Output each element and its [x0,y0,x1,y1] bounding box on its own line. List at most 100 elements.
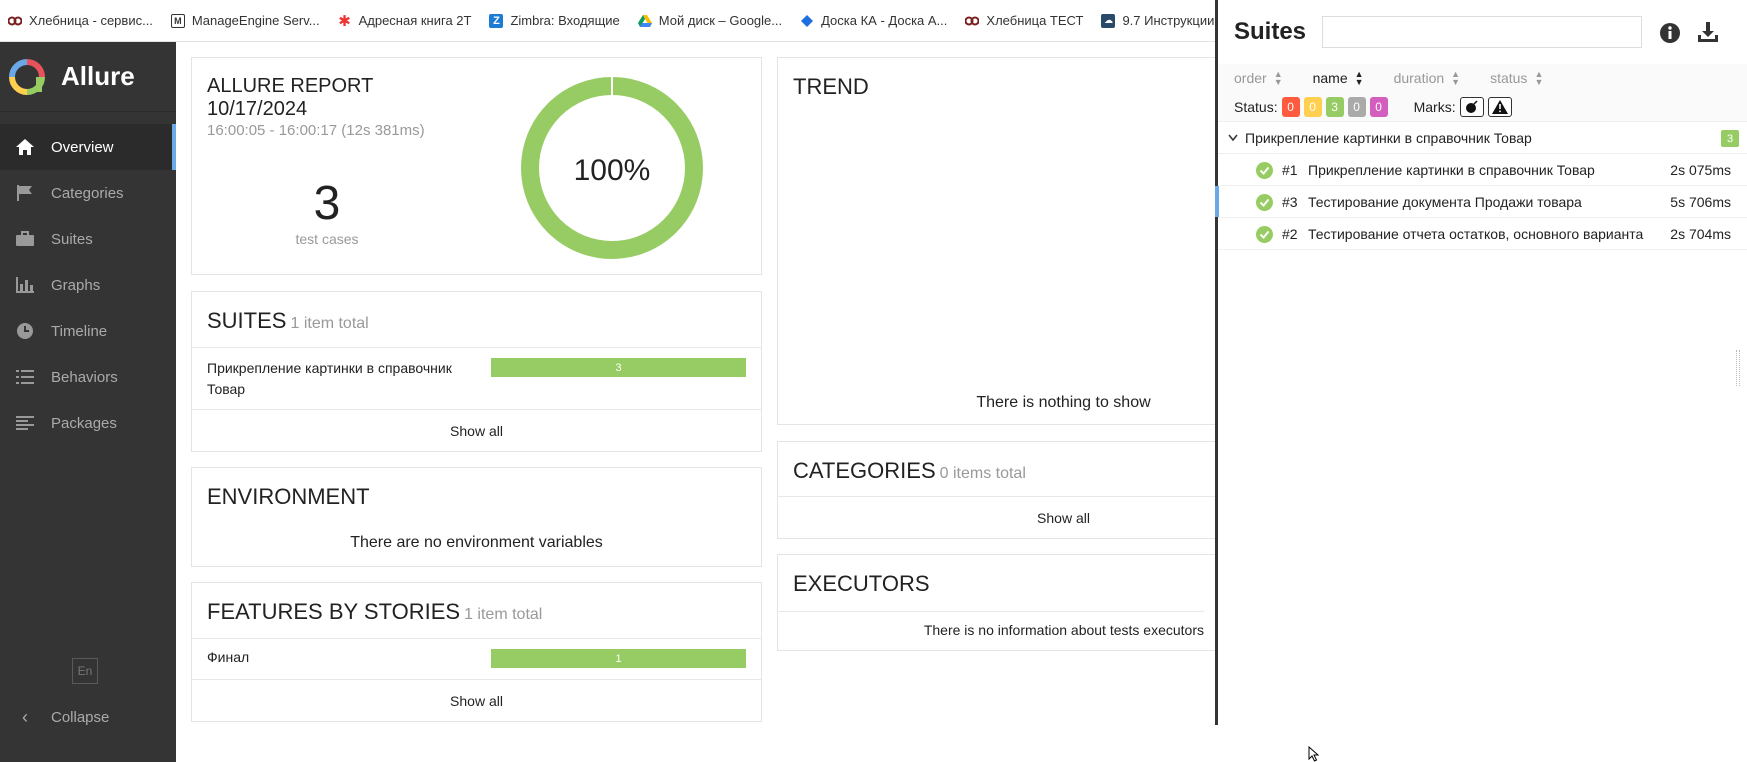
status-filter-unknown[interactable]: 0 [1369,96,1388,117]
sort-label: name [1312,70,1348,86]
sidebar-item-behaviors[interactable]: Behaviors [0,354,176,400]
test-case-row[interactable]: #3 Тестирование документа Продажи товара… [1215,186,1747,218]
report-time-range: 16:00:05 - 16:00:17 (12s 381ms) [207,122,425,139]
collapse-button[interactable]: ‹ Collapse [14,707,109,728]
flag-icon [14,183,36,203]
status-filter-passed[interactable]: 3 [1325,96,1344,117]
categories-widget-subtitle: 0 items total [939,465,1026,482]
sort-by-duration[interactable]: duration ▲ ▼ [1393,69,1461,87]
sidebar-item-label: Packages [51,414,117,432]
sort-arrows-icon: ▲ ▼ [1451,69,1461,87]
search-input[interactable] [1322,16,1643,48]
sidebar-item-overview[interactable]: Overview [0,124,176,170]
bookmark-item[interactable]: Мой диск – Google... [637,13,782,28]
status-filter-row: Status: 0 0 3 0 0 Marks: [1218,92,1747,122]
test-case-duration: 5s 706ms [1670,194,1731,210]
categories-widget: CATEGORIES 0 items total Show all [777,441,1349,539]
executors-widget-title: EXECUTORS [793,571,930,596]
clock-icon [14,321,36,341]
categories-widget-title: CATEGORIES [793,458,936,483]
features-show-all-button[interactable]: Show all [192,679,761,721]
feature-row-bar: 1 [491,649,746,668]
bookmark-item[interactable]: Хлебница - сервис... [8,13,153,28]
status-filter-broken[interactable]: 0 [1303,96,1322,117]
features-widget: FEATURES BY STORIES 1 item total Финал 1 … [191,582,762,722]
sidebar-item-label: Graphs [51,276,101,294]
pass-rate-percent: 100% [573,154,651,187]
test-case-row[interactable]: #2 Тестирование отчета остатков, основно… [1218,218,1747,250]
bookmark-item[interactable]: M ManageEngine Serv... [170,13,320,28]
cloud-icon: ☁ [1101,13,1116,28]
executors-widget: EXECUTORS There is no information about … [777,554,1227,651]
pretzel-icon [8,14,22,28]
home-icon [14,137,36,157]
sort-by-order[interactable]: order ▲ ▼ [1234,69,1283,87]
google-drive-icon [637,14,652,28]
bookmark-label: ManageEngine Serv... [191,13,320,28]
bookmark-label: Доска КА - Доска А... [821,13,948,28]
suite-row-bar: 3 [491,358,746,377]
suite-group-row[interactable]: Прикрепление картинки в справочник Товар… [1218,122,1747,154]
info-icon[interactable] [1659,22,1681,44]
sort-by-name[interactable]: name ▲ ▼ [1312,69,1364,87]
status-filter-failed[interactable]: 0 [1281,96,1300,117]
feature-row[interactable]: Финал 1 [192,638,761,680]
summary-widget: ALLURE REPORT 10/17/2024 16:00:05 - 16:0… [191,57,762,275]
test-case-row[interactable]: #1 Прикрепление картинки в справочник То… [1218,154,1747,186]
align-left-icon [14,413,36,433]
widget-title: SUITES 1 item total [192,292,761,334]
pretzel-icon [965,14,980,28]
sort-by-status[interactable]: status ▲ ▼ [1490,69,1544,87]
sidebar-item-packages[interactable]: Packages [0,400,176,446]
status-label: Status: [1234,98,1278,115]
logo[interactable]: Allure [0,42,176,112]
sidebar-item-label: Categories [51,184,124,202]
suites-show-all-button[interactable]: Show all [192,409,761,451]
bookmark-item[interactable]: ✱ Адресная книга 2Т [338,13,472,30]
bookmark-label: Хлебница ТЕСТ [986,13,1084,28]
sidebar-item-graphs[interactable]: Graphs [0,262,176,308]
chevron-down-icon [1228,134,1238,142]
sidebar-nav: Overview Categories Suites Graphs Timeli… [0,124,176,446]
suite-row[interactable]: Прикрепление картинки в справочник Товар… [192,347,761,406]
bookmark-label: Хлебница - сервис... [29,13,153,28]
sort-arrows-icon: ▲ ▼ [1354,69,1364,87]
sidebar-item-timeline[interactable]: Timeline [0,308,176,354]
executors-empty-text: There is no information about tests exec… [778,611,1204,638]
report-date: 10/17/2024 [207,98,308,120]
status-filter-skipped[interactable]: 0 [1347,96,1366,117]
suites-widget-subtitle: 1 item total [290,315,369,332]
sidebar-item-categories[interactable]: Categories [0,170,176,216]
chevron-left-icon: ‹ [22,707,28,727]
warning-icon[interactable] [1487,96,1512,117]
mouse-cursor-icon [1308,746,1320,762]
sidebar-item-label: Timeline [51,322,108,340]
panel-resize-handle[interactable] [1736,350,1740,386]
sort-label: status [1490,70,1528,86]
suite-group-name: Прикрепление картинки в справочник Товар [1245,129,1532,146]
download-icon[interactable] [1696,20,1720,44]
environment-widget: ENVIRONMENT There are no environment var… [191,467,762,567]
bookmark-item[interactable]: Хлебница ТЕСТ [965,13,1083,28]
passed-icon [1256,194,1273,211]
environment-empty-text: There are no environment variables [350,534,603,551]
features-widget-subtitle: 1 item total [464,606,543,623]
sort-label: duration [1393,70,1445,86]
widget-title: CATEGORIES 0 items total [778,442,1226,484]
briefcase-icon [14,229,36,249]
language-button[interactable]: En [72,658,98,684]
bookmark-label: Zimbra: Входящие [510,13,620,28]
sort-arrows-icon: ▲ ▼ [1273,69,1283,87]
bookmark-item[interactable]: Доска КА - Доска А... [800,13,947,28]
app-name: Allure [61,61,135,91]
bookmark-label: Адресная книга 2Т [358,13,472,28]
allure-logo-icon [9,58,45,95]
bomb-icon[interactable] [1459,96,1484,117]
widget-title: FEATURES BY STORIES 1 item total [192,583,761,625]
sidebar-item-suites[interactable]: Suites [0,216,176,262]
test-case-name: Прикрепление картинки в справочник Товар [1308,161,1595,178]
test-case-number: #2 [1282,225,1298,242]
sort-arrows-icon: ▲ ▼ [1534,69,1544,87]
bookmark-item[interactable]: Z Zimbra: Входящие [489,13,620,28]
test-case-number: #3 [1282,193,1298,210]
